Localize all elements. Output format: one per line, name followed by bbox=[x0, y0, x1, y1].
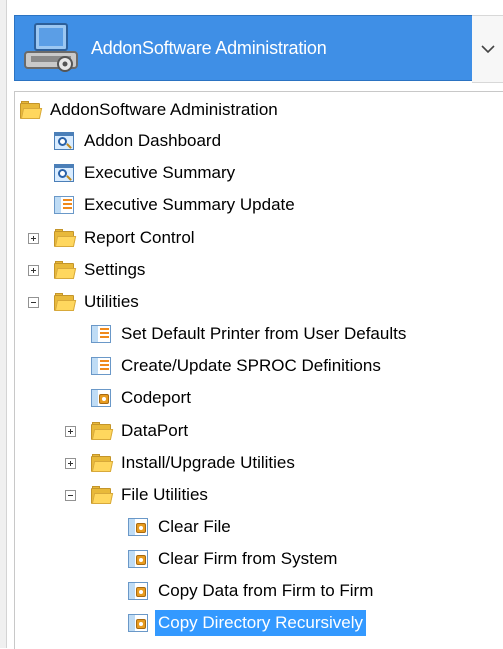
tree-root[interactable]: AddonSoftware Administration bbox=[19, 95, 281, 125]
tree-item-create-update-sproc[interactable]: Create/Update SPROC Definitions bbox=[90, 351, 384, 381]
folder-icon bbox=[53, 227, 77, 249]
tree-root-label: AddonSoftware Administration bbox=[50, 100, 278, 119]
folder-open-icon bbox=[90, 484, 114, 506]
tree-item-install-upgrade-utilities[interactable]: Install/Upgrade Utilities bbox=[90, 448, 298, 478]
expand-toggle-settings[interactable] bbox=[28, 265, 39, 276]
collapse-toggle-file-utilities[interactable] bbox=[65, 490, 76, 501]
tree-item-dataport[interactable]: DataPort bbox=[90, 416, 191, 446]
tree-item-file-utilities[interactable]: File Utilities bbox=[90, 480, 211, 510]
tree-item-copy-directory-recursively[interactable]: Copy Directory Recursively bbox=[127, 608, 366, 638]
folder-icon bbox=[53, 259, 77, 281]
tree-item-label: Settings bbox=[84, 260, 146, 279]
tree-item-label: Install/Upgrade Utilities bbox=[121, 453, 295, 472]
tree-item-label: Copy Data from Firm to Firm bbox=[158, 581, 374, 600]
tree-item-label: Addon Dashboard bbox=[84, 131, 222, 150]
tree-item-label: Report Control bbox=[84, 228, 195, 247]
tree-item-label: File Utilities bbox=[121, 485, 208, 504]
report-icon bbox=[90, 355, 112, 377]
tree-item-label: Executive Summary Update bbox=[84, 195, 295, 214]
tree-item-label: Set Default Printer from User Defaults bbox=[121, 324, 407, 343]
tree-item-label: Create/Update SPROC Definitions bbox=[121, 356, 381, 375]
tree-item-label: Clear Firm from System bbox=[158, 549, 338, 568]
chevron-down-icon bbox=[480, 44, 495, 53]
module-selector[interactable]: AddonSoftware Administration bbox=[14, 15, 474, 81]
expand-toggle-dataport[interactable] bbox=[65, 426, 76, 437]
utility-icon bbox=[127, 612, 149, 634]
tree-item-set-default-printer[interactable]: Set Default Printer from User Defaults bbox=[90, 319, 409, 349]
folder-open-icon bbox=[19, 99, 43, 121]
utility-icon bbox=[127, 548, 149, 570]
tree-item-label: DataPort bbox=[121, 421, 189, 440]
expand-toggle-report-control[interactable] bbox=[28, 233, 39, 244]
tree-item-label: Utilities bbox=[84, 292, 139, 311]
admin-console-icon bbox=[21, 20, 83, 76]
tree-item-label: Executive Summary bbox=[84, 163, 236, 182]
tree-item-label: Clear File bbox=[158, 517, 231, 536]
dashboard-icon bbox=[53, 162, 75, 184]
tree-item-copy-data-firm[interactable]: Copy Data from Firm to Firm bbox=[127, 576, 376, 606]
window-edge bbox=[0, 0, 7, 648]
navigation-tree[interactable]: AddonSoftware Administration Addon Dashb… bbox=[14, 91, 503, 649]
utility-icon bbox=[127, 580, 149, 602]
tree-item-settings[interactable]: Settings bbox=[53, 255, 148, 285]
tree-item-codeport[interactable]: Codeport bbox=[90, 383, 194, 413]
module-dropdown-button[interactable] bbox=[472, 15, 503, 83]
utility-icon bbox=[127, 516, 149, 538]
folder-icon bbox=[90, 452, 114, 474]
folder-open-icon bbox=[53, 291, 77, 313]
dashboard-icon bbox=[53, 130, 75, 152]
tree-item-utilities[interactable]: Utilities bbox=[53, 287, 142, 317]
tree-item-label: Copy Directory Recursively bbox=[155, 610, 366, 636]
module-title: AddonSoftware Administration bbox=[91, 37, 327, 58]
tree-item-addon-dashboard[interactable]: Addon Dashboard bbox=[53, 126, 224, 156]
tree-item-label: Codeport bbox=[121, 388, 191, 407]
tree-item-report-control[interactable]: Report Control bbox=[53, 223, 198, 253]
folder-icon bbox=[90, 420, 114, 442]
tree-item-clear-file[interactable]: Clear File bbox=[127, 512, 234, 542]
expand-toggle-install-upgrade[interactable] bbox=[65, 458, 76, 469]
report-icon bbox=[53, 194, 75, 216]
report-icon bbox=[90, 323, 112, 345]
tree-item-executive-summary[interactable]: Executive Summary bbox=[53, 158, 238, 188]
tree-item-clear-firm[interactable]: Clear Firm from System bbox=[127, 544, 340, 574]
tree-item-executive-summary-update[interactable]: Executive Summary Update bbox=[53, 190, 298, 220]
utility-icon bbox=[90, 387, 112, 409]
collapse-toggle-utilities[interactable] bbox=[28, 297, 39, 308]
